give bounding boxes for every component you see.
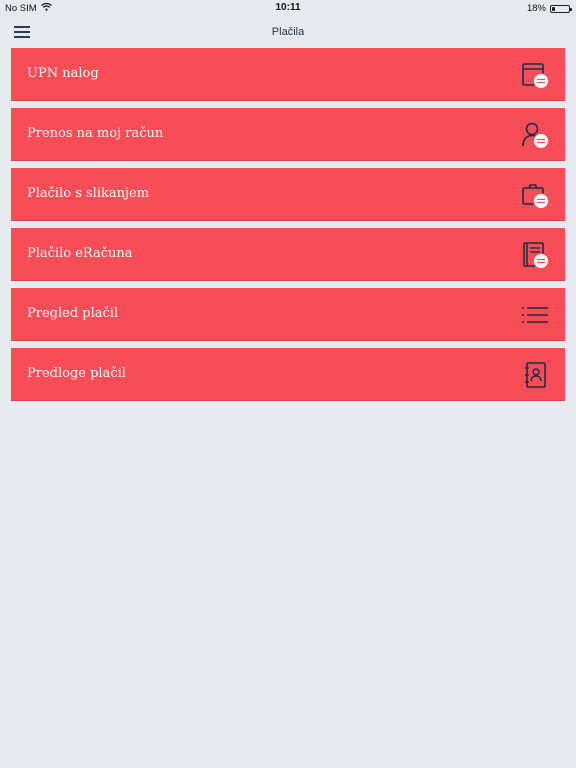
menu-item-label: Pregled plačil	[27, 306, 119, 321]
contact-book-icon	[520, 360, 550, 390]
notebook-transfer-icon	[520, 240, 550, 270]
status-right: 18%	[526, 3, 572, 14]
list-icon	[520, 300, 550, 330]
menu-item-label: Plačilo s slikanjem	[27, 186, 150, 201]
battery-icon	[550, 4, 572, 13]
menu-item-predloge-placil[interactable]: Predloge plačil	[11, 348, 565, 401]
status-bar: No SIM 10:11 18%	[0, 0, 576, 18]
payment-form-transfer-icon	[520, 60, 550, 90]
menu-item-placilo-eracuna[interactable]: Plačilo eRačuna	[11, 228, 565, 281]
page-title: Plačila	[271, 26, 305, 38]
menu-item-label: Plačilo eRačuna	[27, 246, 133, 261]
person-transfer-icon	[520, 120, 550, 150]
menu-item-label: Predloge plačil	[27, 366, 126, 381]
status-time: 10:11	[275, 2, 301, 13]
menu-item-upn-nalog[interactable]: UPN nalog	[11, 48, 565, 101]
menu-item-prenos-na-moj-racun[interactable]: Prenos na moj račun	[11, 108, 565, 161]
payments-menu-list: UPN nalog Prenos na moj račun Plačilo s	[11, 48, 565, 408]
battery-percent: 18%	[526, 3, 546, 14]
menu-item-placilo-s-slikanjem[interactable]: Plačilo s slikanjem	[11, 168, 565, 221]
battery-fill	[552, 6, 555, 11]
camera-transfer-icon	[520, 180, 550, 210]
menu-item-pregled-placil[interactable]: Pregled plačil	[11, 288, 565, 341]
nav-bar: Plačila	[0, 18, 576, 46]
menu-item-label: Prenos na moj račun	[27, 126, 164, 141]
menu-item-label: UPN nalog	[27, 66, 99, 81]
